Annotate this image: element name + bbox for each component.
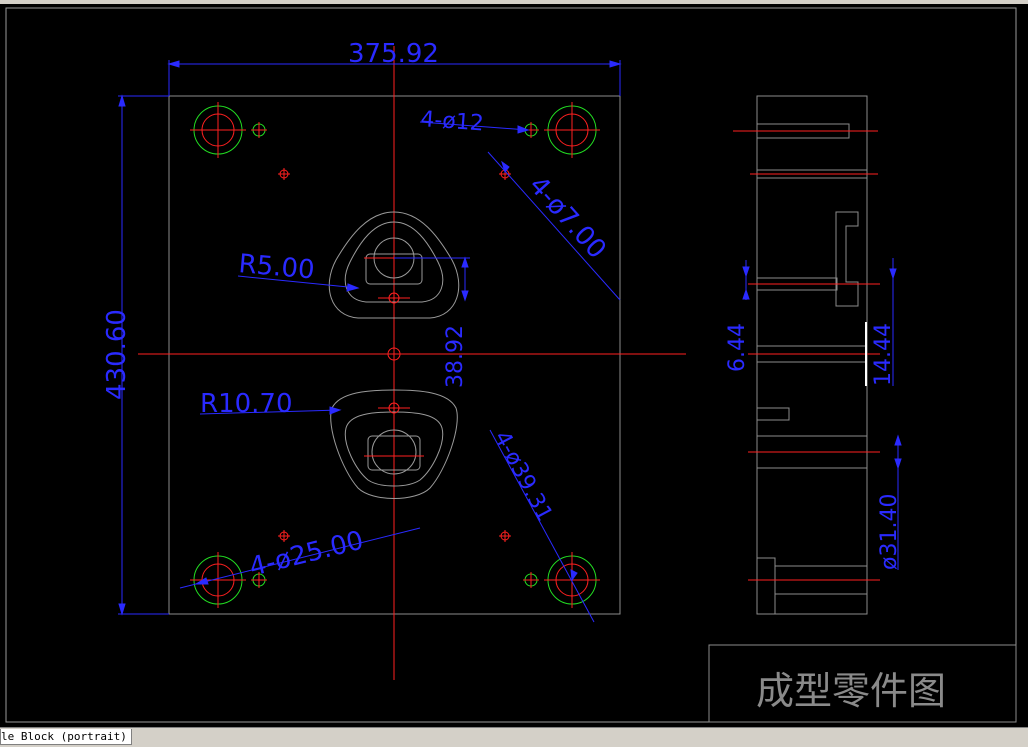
- leader-holes-pin: [487, 151, 621, 301]
- label-gap: 38.92: [443, 325, 468, 388]
- label-holes-pin: 4-ø7.00: [523, 171, 612, 265]
- label-side-b: 14.44: [871, 323, 896, 386]
- dimension-side-a: [742, 260, 750, 300]
- layout-tab-bar: le Block (portrait): [0, 727, 1028, 747]
- guide-hole-top-right: [544, 102, 600, 158]
- label-side-dia: ø31.40: [877, 494, 902, 570]
- label-side-a: 6.44: [725, 323, 750, 372]
- pin-hole-4: [499, 530, 511, 542]
- dimension-width-label: 375.92: [348, 39, 439, 69]
- layout-tab[interactable]: le Block (portrait): [0, 729, 132, 745]
- guide-hole-top-left: [190, 102, 246, 158]
- cad-drawing-canvas[interactable]: 375.92 430.60 4-ø12 4-ø7.00 R5.00 38.92 …: [0, 0, 1028, 746]
- pin-hole-3: [278, 530, 290, 542]
- label-radius-top: R5.00: [237, 249, 315, 286]
- small-hole-top-left: [251, 122, 267, 138]
- label-holes-large: 4-ø25.00: [246, 526, 366, 583]
- label-radius-bottom: R10.70: [200, 389, 293, 419]
- small-hole-bottom-right: [523, 572, 539, 588]
- guide-hole-bottom-left: [190, 552, 246, 608]
- label-holes-counter: 4-ø39.31: [489, 427, 557, 526]
- side-view-centerlines: [733, 130, 880, 581]
- pin-hole-1: [278, 168, 290, 180]
- drawing-frame: [5, 7, 1017, 723]
- label-holes-small: 4-ø12: [420, 107, 485, 136]
- dimension-height-label: 430.60: [102, 309, 132, 400]
- title-block-title: 成型零件图: [756, 669, 946, 713]
